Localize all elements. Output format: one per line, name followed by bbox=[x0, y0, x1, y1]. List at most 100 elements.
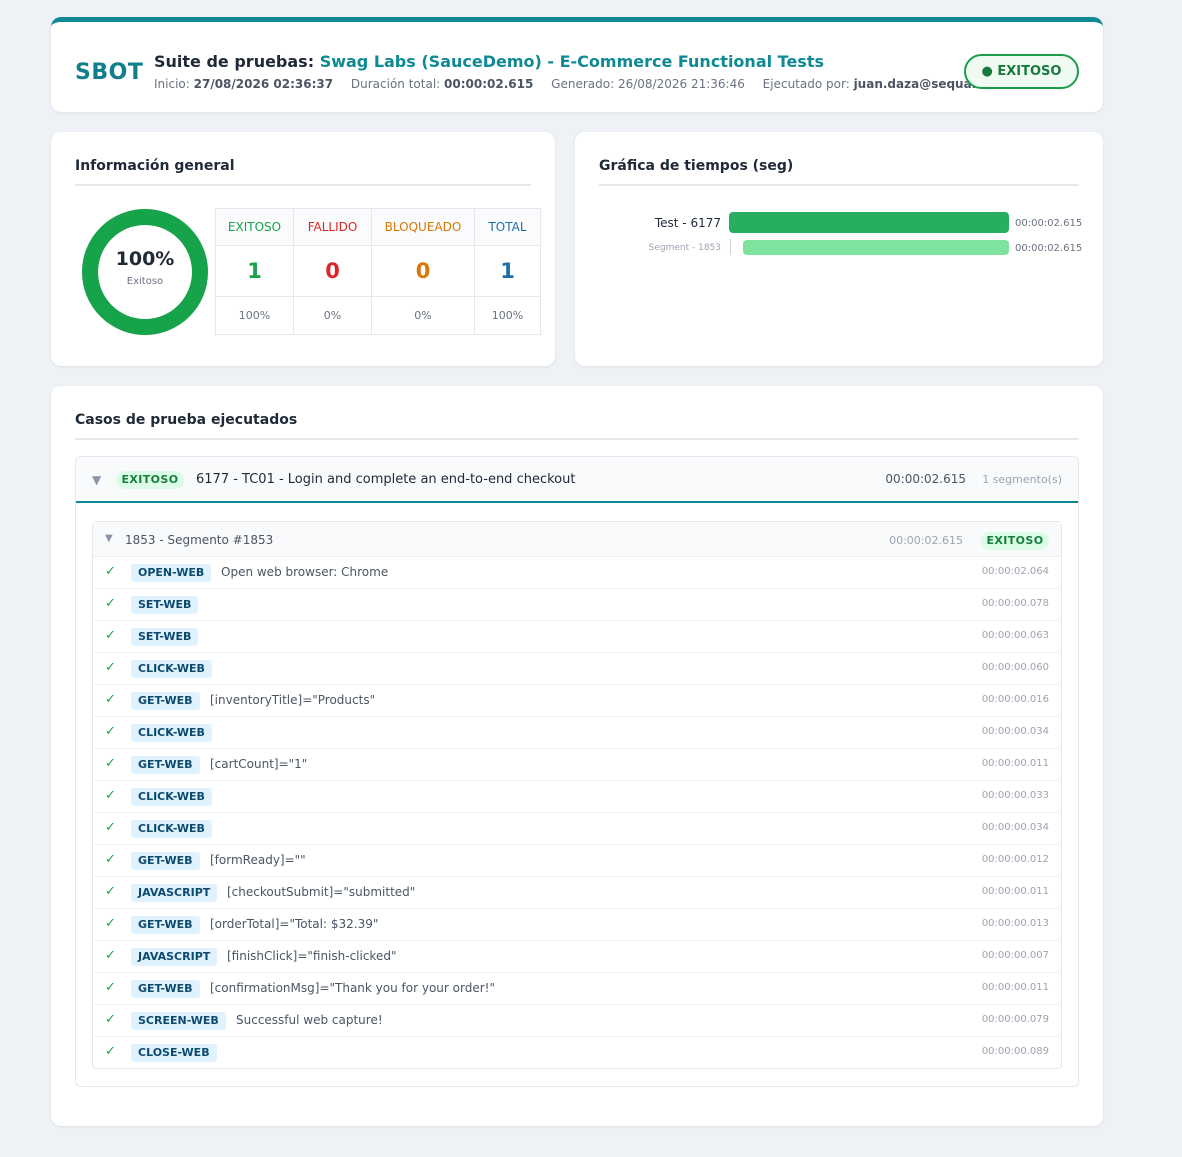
step-duration: 00:00:00.033 bbox=[981, 790, 1049, 801]
step-action-tag: CLICK-WEB bbox=[131, 820, 212, 838]
step-action-tag: GET-WEB bbox=[131, 692, 200, 710]
step-action-tag: OPEN-WEB bbox=[131, 564, 212, 582]
step-duration: 00:00:00.079 bbox=[981, 1014, 1049, 1025]
step-duration: 00:00:00.011 bbox=[981, 982, 1049, 993]
collapse-triangle-icon[interactable]: ▼ bbox=[92, 473, 101, 487]
step-description: [finishClick]="finish-clicked" bbox=[227, 949, 397, 963]
step-action-tag: CLICK-WEB bbox=[131, 660, 212, 678]
check-icon: ✓ bbox=[105, 980, 116, 995]
test-cases-card: Casos de prueba ejecutados ▼ EXITOSO 617… bbox=[51, 386, 1103, 1126]
test-bar[interactable] bbox=[729, 212, 1009, 233]
divider bbox=[75, 438, 1079, 440]
step-action-tag: CLOSE-WEB bbox=[131, 1044, 217, 1062]
duration-label: Duración total: bbox=[350, 77, 441, 91]
divider bbox=[599, 184, 1079, 186]
check-icon: ✓ bbox=[105, 820, 116, 835]
case-duration: 00:00:02.615 bbox=[885, 472, 966, 486]
step-row: ✓ GET-WEB [confirmationMsg]="Thank you for… bbox=[93, 973, 1061, 1005]
count-total: 1 bbox=[474, 245, 541, 297]
step-action-tag: GET-WEB bbox=[131, 756, 200, 774]
step-action-tag: SCREEN-WEB bbox=[131, 1012, 226, 1030]
check-icon: ✓ bbox=[105, 724, 116, 739]
check-icon: ✓ bbox=[105, 660, 116, 675]
segment-duration: 00:00:02.615 bbox=[889, 534, 963, 547]
step-row: ✓ GET-WEB [inventoryTitle]="Products" 00:00… bbox=[93, 685, 1061, 717]
pass-rate-arc bbox=[82, 209, 208, 335]
header-bloqueado: BLOQUEADO bbox=[371, 208, 475, 246]
step-row: ✓ SET-WEB 00:00:00.063 bbox=[93, 621, 1061, 653]
step-duration: 00:00:00.034 bbox=[981, 726, 1049, 737]
step-duration: 00:00:00.063 bbox=[981, 630, 1049, 641]
check-icon: ✓ bbox=[105, 948, 116, 963]
segment-bar-value: 00:00:02.615 bbox=[1015, 243, 1083, 254]
count-exitoso: 1 bbox=[215, 245, 294, 297]
donut-percent: 100% bbox=[115, 248, 175, 270]
step-row: ✓ CLICK-WEB 00:00:00.060 bbox=[93, 653, 1061, 685]
duration-value: 00:00:02.615 bbox=[444, 77, 534, 91]
suite-title-prefix: Suite de pruebas: bbox=[154, 52, 315, 71]
percent-bloqueado: 0% bbox=[371, 296, 475, 335]
step-row: ✓ GET-WEB [cartCount]="1" 00:00:00.011 bbox=[93, 749, 1061, 781]
check-icon: ✓ bbox=[105, 916, 116, 931]
case-title: 6177 - TC01 - Login and complete an end-… bbox=[196, 472, 576, 487]
suite-name: Swag Labs (SauceDemo) - E-Commerce Funct… bbox=[319, 52, 824, 71]
step-row: ✓ JAVASCRIPT [checkoutSubmit]="submitted" 0… bbox=[93, 877, 1061, 909]
check-icon: ✓ bbox=[105, 756, 116, 771]
step-row: ✓ GET-WEB [orderTotal]="Total: $32.39" 00:0… bbox=[93, 909, 1061, 941]
step-duration: 00:00:02.064 bbox=[981, 566, 1049, 577]
step-action-tag: JAVASCRIPT bbox=[131, 948, 218, 966]
step-action-tag: SET-WEB bbox=[131, 596, 199, 614]
step-action-tag: CLICK-WEB bbox=[131, 724, 212, 742]
header-exitoso: EXITOSO bbox=[215, 208, 294, 246]
segment-bar[interactable] bbox=[743, 240, 1009, 255]
start-value: 27/08/2026 02:36:37 bbox=[193, 77, 334, 91]
generated-value: 26/08/2026 21:36:46 bbox=[617, 77, 745, 91]
step-duration: 00:00:00.007 bbox=[981, 950, 1049, 961]
timing-chart-title: Gráfica de tiempos (seg) bbox=[599, 158, 794, 174]
step-row: ✓ JAVASCRIPT [finishClick]="finish-clicked… bbox=[93, 941, 1061, 973]
percent-total: 100% bbox=[474, 296, 541, 335]
step-list: ✓ OPEN-WEB Open web browser: Chrome 00:00:0… bbox=[93, 557, 1061, 1069]
step-row: ✓ CLICK-WEB 00:00:00.034 bbox=[93, 717, 1061, 749]
header-total: TOTAL bbox=[474, 208, 541, 246]
step-action-tag: GET-WEB bbox=[131, 916, 200, 934]
segment-status-badge: EXITOSO bbox=[981, 532, 1049, 550]
donut-label: Exitoso bbox=[126, 276, 164, 287]
step-action-tag: GET-WEB bbox=[131, 852, 200, 870]
start-label: Inicio: bbox=[154, 77, 190, 91]
divider bbox=[75, 184, 531, 186]
step-description: Successful web capture! bbox=[236, 1013, 383, 1027]
step-duration: 00:00:00.011 bbox=[981, 886, 1049, 897]
step-row: ✓ CLICK-WEB 00:00:00.034 bbox=[93, 813, 1061, 845]
step-duration: 00:00:00.089 bbox=[981, 1046, 1049, 1057]
executed-label: Ejecutado por: bbox=[762, 77, 850, 91]
case-status-badge: EXITOSO bbox=[116, 471, 184, 489]
step-duration: 00:00:00.016 bbox=[981, 694, 1049, 705]
segment-bar-label: Segment - 1853 bbox=[648, 243, 721, 253]
step-row: ✓ GET-WEB [formReady]="" 00:00:00.012 bbox=[93, 845, 1061, 877]
step-duration: 00:00:00.060 bbox=[981, 662, 1049, 673]
collapse-triangle-icon[interactable]: ▼ bbox=[105, 533, 113, 544]
step-description: [inventoryTitle]="Products" bbox=[210, 693, 376, 707]
step-duration: 00:00:00.011 bbox=[981, 758, 1049, 769]
segment: ▼ 1853 - Segmento #1853 00:00:02.615 EXI… bbox=[92, 521, 1062, 1069]
step-duration: 00:00:00.012 bbox=[981, 854, 1049, 865]
percent-fallido: 0% bbox=[293, 296, 372, 335]
suite-meta: Inicio: 27/08/2026 02:36:37 Duración tot… bbox=[154, 77, 1028, 91]
check-icon: ✓ bbox=[105, 564, 116, 579]
test-bar-label: Test - 6177 bbox=[654, 216, 721, 230]
step-action-tag: SET-WEB bbox=[131, 628, 199, 646]
step-row: ✓ SCREEN-WEB Successful web capture! 00:00:… bbox=[93, 1005, 1061, 1037]
summary-table: EXITOSO FALLIDO BLOQUEADO TOTAL 1 0 0 1 … bbox=[215, 208, 541, 335]
step-description: [confirmationMsg]="Thank you for your or… bbox=[210, 981, 495, 995]
header-fallido: FALLIDO bbox=[293, 208, 372, 246]
step-action-tag: JAVASCRIPT bbox=[131, 884, 218, 902]
step-action-tag: GET-WEB bbox=[131, 980, 200, 998]
test-case-header[interactable]: ▼ EXITOSO 6177 - TC01 - Login and comple… bbox=[76, 457, 1078, 503]
segment-header[interactable]: ▼ 1853 - Segmento #1853 00:00:02.615 EXI… bbox=[93, 522, 1061, 557]
check-icon: ✓ bbox=[105, 1044, 116, 1059]
step-row: ✓ CLOSE-WEB 00:00:00.089 bbox=[93, 1037, 1061, 1069]
step-duration: 00:00:00.034 bbox=[981, 822, 1049, 833]
check-icon: ✓ bbox=[105, 596, 116, 611]
step-description: [orderTotal]="Total: $32.39" bbox=[210, 917, 379, 931]
